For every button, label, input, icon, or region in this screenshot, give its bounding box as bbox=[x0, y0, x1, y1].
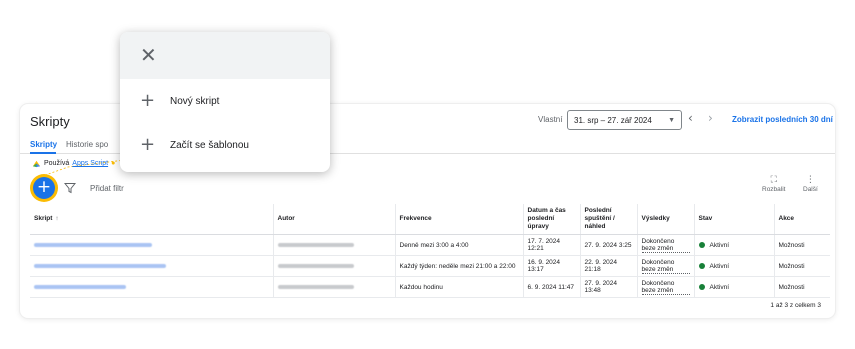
menu-header: ✕ bbox=[120, 32, 330, 79]
tab-scripts[interactable]: Skripty bbox=[30, 140, 57, 149]
column-header-status[interactable]: Stav bbox=[694, 204, 775, 235]
status-cell: Aktivní bbox=[694, 255, 775, 277]
menu-item-start-from-template[interactable]: + Začít se šablonou bbox=[140, 136, 249, 154]
column-header-author[interactable]: Autor bbox=[273, 204, 396, 235]
more-label: Další bbox=[803, 186, 818, 193]
more-vert-icon: ⋮ bbox=[805, 175, 815, 185]
caret-down-icon: ▼ bbox=[668, 116, 675, 124]
status-cell: Aktivní bbox=[694, 234, 775, 256]
column-header-actions[interactable]: Akce bbox=[774, 204, 830, 235]
redacted-script-name[interactable] bbox=[34, 242, 152, 247]
redacted-author bbox=[277, 284, 354, 289]
chevron-right-icon[interactable]: › bbox=[708, 111, 713, 125]
column-header-results[interactable]: Výsledky bbox=[637, 204, 695, 235]
new-script-menu: ✕ + Nový skript + Začít se šablonou bbox=[120, 32, 330, 172]
redacted-script-name[interactable] bbox=[34, 284, 126, 289]
close-icon[interactable]: ✕ bbox=[140, 43, 157, 67]
options-link[interactable]: Možnosti bbox=[774, 255, 830, 277]
result-link[interactable]: Dokončeno beze změn bbox=[641, 280, 690, 295]
table-header-row: Skript ↑ Autor Frekvence Datum a čas posl… bbox=[30, 204, 830, 235]
plus-icon: + bbox=[140, 134, 156, 155]
tab-history[interactable]: Historie spo bbox=[66, 140, 108, 149]
options-link[interactable]: Možnosti bbox=[774, 234, 830, 256]
modified-cell: 17. 7. 2024 12:21 bbox=[523, 234, 581, 256]
column-header-script[interactable]: Skript ↑ bbox=[30, 204, 274, 235]
column-header-modified[interactable]: Datum a čas poslední úpravy bbox=[523, 204, 581, 235]
chevron-left-icon[interactable]: ‹ bbox=[688, 111, 693, 125]
frequency-cell: Každý týden: neděle mezi 21:00 a 22:00 bbox=[395, 255, 524, 277]
table-row: Každý týden: neděle mezi 21:00 a 22:00 1… bbox=[30, 255, 830, 277]
table-row: Každou hodinu 6. 9. 2024 11:47 27. 9. 20… bbox=[30, 276, 830, 298]
redacted-author bbox=[277, 263, 354, 268]
result-link[interactable]: Dokončeno beze změn bbox=[641, 259, 690, 274]
status-dot-icon bbox=[698, 262, 705, 269]
modified-cell: 6. 9. 2024 11:47 bbox=[523, 276, 581, 298]
menu-item-label: Začít se šablonou bbox=[170, 139, 249, 151]
redacted-author bbox=[277, 242, 354, 247]
options-link[interactable]: Možnosti bbox=[774, 276, 830, 298]
show-last-30-days-link[interactable]: Zobrazit posledních 30 dní bbox=[732, 115, 833, 124]
redacted-script-name[interactable] bbox=[34, 263, 166, 268]
modified-cell: 16. 9. 2024 13:17 bbox=[523, 255, 581, 277]
add-filter-button[interactable]: Přidat filtr bbox=[90, 184, 124, 193]
menu-item-label: Nový skript bbox=[170, 95, 220, 107]
expand-button[interactable]: ⛶ Rozbalit bbox=[762, 175, 785, 193]
annotation-dot-icon: ● bbox=[111, 160, 116, 167]
apps-script-notice: Používá Apps Script ● bbox=[32, 159, 115, 168]
pagination-info: 1 až 3 z celkem 3 bbox=[770, 302, 821, 309]
sort-arrow-up-icon: ↑ bbox=[55, 215, 59, 222]
column-header-frequency[interactable]: Frekvence bbox=[395, 204, 524, 235]
last-run-cell: 27. 9. 2024 13:48 bbox=[580, 276, 638, 298]
column-header-last-run[interactable]: Poslední spuštění / náhled bbox=[580, 204, 638, 235]
page-title: Skripty bbox=[30, 114, 70, 129]
plus-icon: + bbox=[140, 90, 156, 111]
status-cell: Aktivní bbox=[694, 276, 775, 298]
status-dot-icon bbox=[698, 241, 705, 248]
apps-script-prefix: Používá bbox=[44, 160, 70, 167]
status-dot-icon bbox=[698, 283, 705, 290]
date-range-label: Vlastní bbox=[538, 115, 563, 124]
apps-script-icon bbox=[32, 160, 41, 168]
expand-label: Rozbalit bbox=[762, 186, 786, 193]
table-row: Denně mezi 3:00 a 4:00 17. 7. 2024 12:21… bbox=[30, 234, 830, 256]
date-range-value: 31. srp – 27. zář 2024 bbox=[574, 115, 652, 125]
menu-item-new-script[interactable]: + Nový skript bbox=[140, 92, 219, 110]
scripts-table: Skript ↑ Autor Frekvence Datum a čas posl… bbox=[30, 204, 830, 298]
apps-script-link[interactable]: Apps Script bbox=[72, 160, 108, 167]
result-link[interactable]: Dokončeno beze změn bbox=[641, 238, 690, 253]
last-run-cell: 22. 9. 2024 21:18 bbox=[580, 255, 638, 277]
date-range-select[interactable]: 31. srp – 27. zář 2024 ▼ bbox=[567, 110, 682, 130]
expand-icon: ⛶ bbox=[770, 175, 777, 185]
more-button[interactable]: ⋮ Další bbox=[803, 175, 818, 193]
last-run-cell: 27. 9. 2024 3:25 bbox=[580, 234, 638, 256]
filter-icon[interactable] bbox=[64, 182, 76, 194]
frequency-cell: Každou hodinu bbox=[395, 276, 524, 298]
frequency-cell: Denně mezi 3:00 a 4:00 bbox=[395, 234, 524, 256]
add-script-button[interactable]: + bbox=[33, 177, 55, 199]
